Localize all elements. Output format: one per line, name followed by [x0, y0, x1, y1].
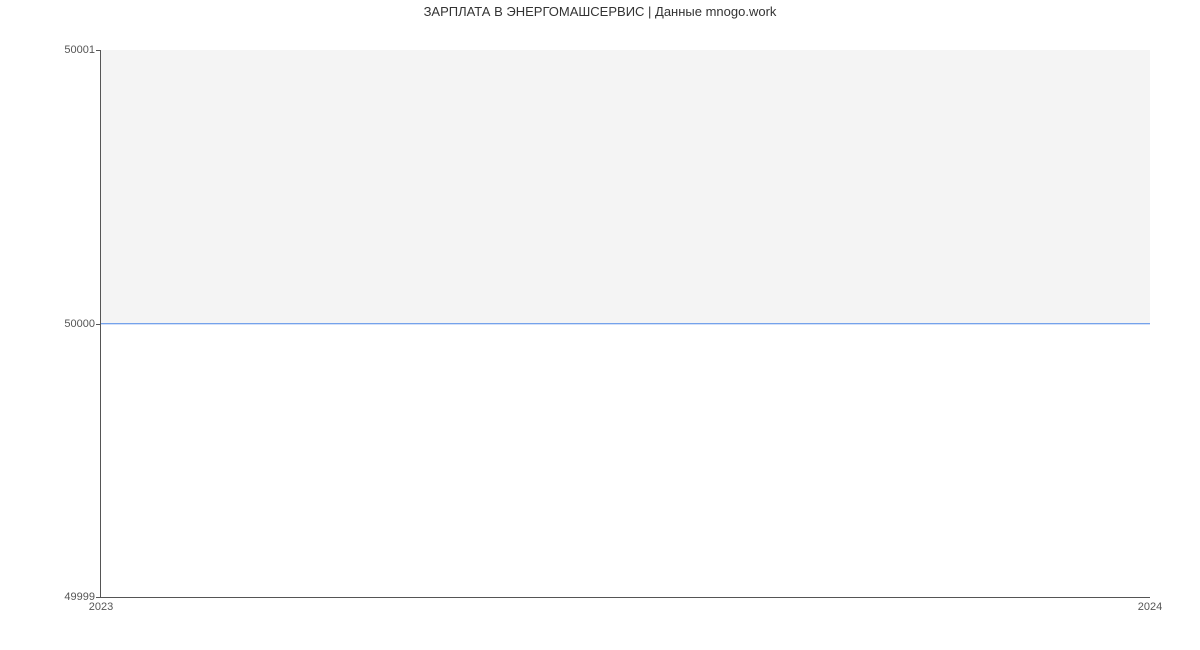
- fill-area-below-line: [101, 324, 1150, 598]
- x-axis-tick-label: 2023: [89, 597, 113, 613]
- x-axis-tick-label: 2024: [1138, 597, 1162, 613]
- data-line-series: [101, 323, 1150, 324]
- y-axis-tick-label: 50000: [64, 318, 101, 330]
- fill-area-above-line: [101, 50, 1150, 324]
- chart-title: ЗАРПЛАТА В ЭНЕРГОМАШСЕРВИС | Данные mnog…: [0, 0, 1200, 25]
- y-axis-tick-label: 50001: [64, 44, 101, 56]
- chart-plot-area: 49999 50000 50001 2023 2024: [100, 50, 1150, 598]
